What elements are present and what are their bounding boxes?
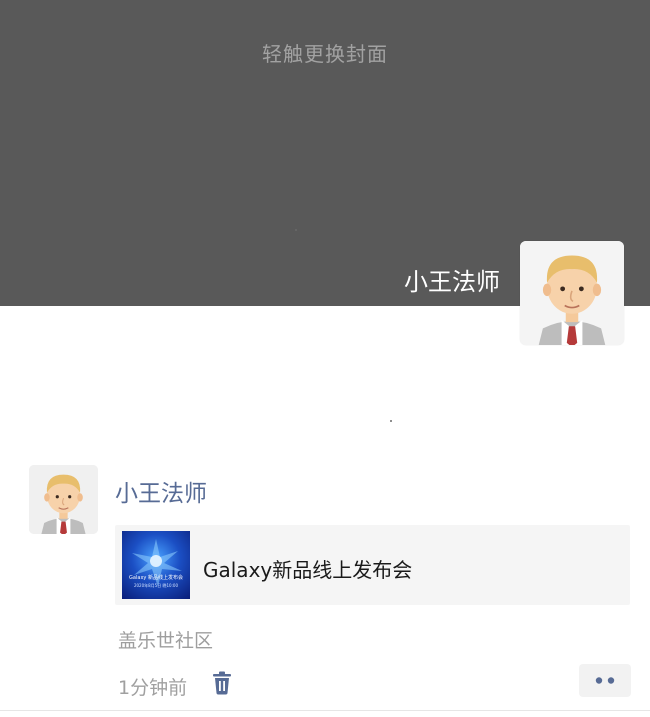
shared-link-card[interactable]: Galaxy 新品线上发布会 2020年8月5日 晚10:00 Galaxy新品… <box>115 525 630 605</box>
trash-icon <box>213 671 231 695</box>
change-cover-hint[interactable]: 轻触更换封面 <box>0 38 650 67</box>
share-thumbnail: Galaxy 新品线上发布会 2020年8月5日 晚10:00 <box>122 531 190 599</box>
more-actions-button[interactable] <box>579 664 631 697</box>
post-avatar[interactable] <box>29 465 98 534</box>
post-author-name[interactable]: 小王法师 <box>115 474 207 508</box>
profile-avatar[interactable] <box>520 241 624 345</box>
divider <box>0 710 650 711</box>
delete-button[interactable] <box>211 671 233 695</box>
share-title: Galaxy新品线上发布会 <box>203 558 413 582</box>
post-source[interactable]: 盖乐世社区 <box>118 626 213 653</box>
thumbnail-subtitle: 2020年8月5日 晚10:00 <box>133 583 179 588</box>
cartoon-man-avatar-icon <box>29 465 98 534</box>
thumbnail-title: Galaxy 新品线上发布会 <box>129 575 183 581</box>
post-time: 1分钟前 <box>118 677 188 699</box>
profile-name[interactable]: 小王法师 <box>404 262 500 297</box>
more-dots-icon <box>595 677 615 684</box>
cartoon-man-avatar-icon <box>520 241 624 345</box>
decorative-dot <box>295 229 297 231</box>
decorative-dot <box>390 420 392 422</box>
